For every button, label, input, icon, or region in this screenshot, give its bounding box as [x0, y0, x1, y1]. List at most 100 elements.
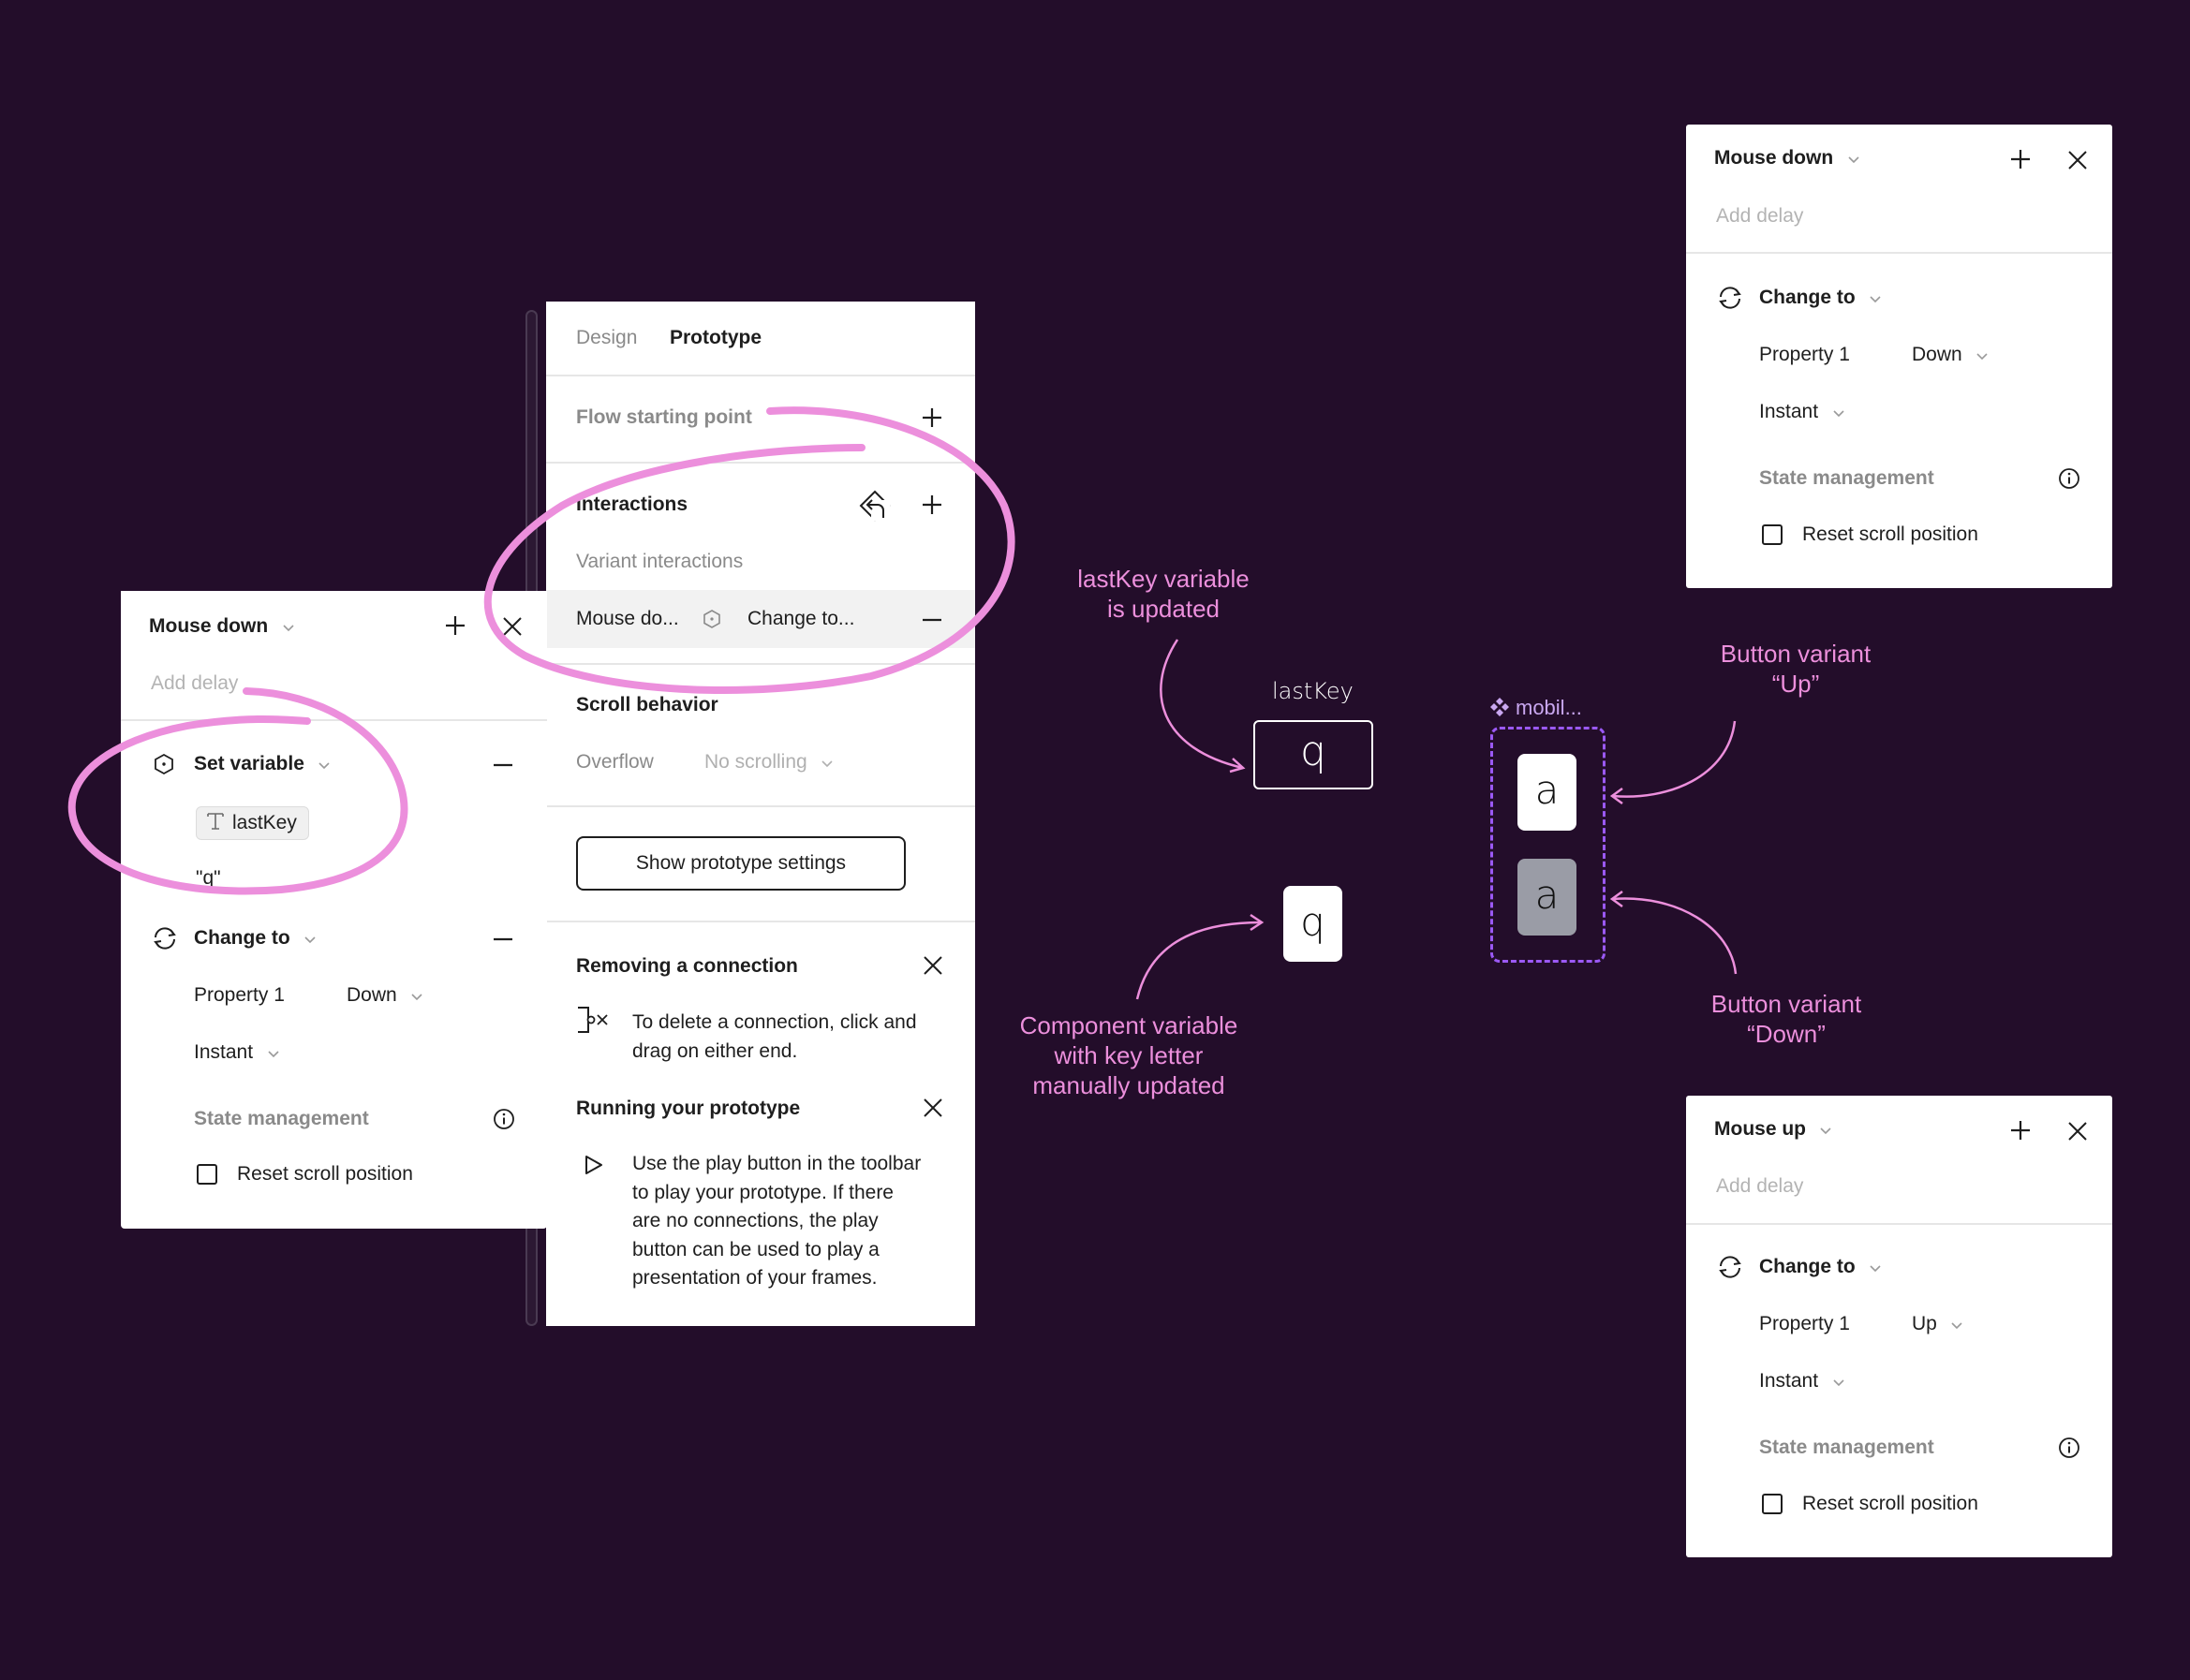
interaction-details-panel-mouse-down: Mouse down Add delay Change to Property …: [1686, 125, 2112, 588]
animation-value: Instant: [194, 1041, 254, 1063]
add-delay-field[interactable]: Add delay: [151, 671, 238, 696]
info-icon[interactable]: [493, 1108, 515, 1130]
reset-scroll-checkbox[interactable]: [1762, 1494, 1783, 1514]
chevron-down-icon: [1976, 353, 1988, 361]
close-icon[interactable]: [923, 955, 943, 976]
variant-up-key[interactable]: a: [1517, 754, 1576, 831]
set-variable-dropdown[interactable]: Set variable: [194, 752, 331, 776]
close-icon[interactable]: [2067, 150, 2088, 170]
reset-scroll-checkbox[interactable]: [1762, 524, 1783, 545]
trigger-label: Mouse down: [149, 615, 269, 637]
change-to-dropdown[interactable]: Change to: [1759, 286, 1882, 310]
animation-value: Instant: [1759, 401, 1819, 422]
arrow-head: [1229, 758, 1246, 774]
divider: [121, 719, 547, 721]
set-variable-label: Set variable: [194, 753, 304, 774]
chevron-down-icon: [1951, 1322, 1962, 1330]
change-to-icon: [1719, 287, 1741, 309]
component-name: mobil...: [1516, 696, 1582, 719]
variant-down-key[interactable]: a: [1517, 859, 1576, 936]
overflow-dropdown[interactable]: No scrolling: [704, 750, 834, 774]
arrow-head: [1250, 913, 1265, 932]
variant-interactions-label: Variant interactions: [576, 551, 744, 572]
arrow-head: [1609, 890, 1623, 908]
arrow-variant-up: [1612, 720, 1737, 798]
add-delay-field[interactable]: Add delay: [1716, 1174, 1803, 1199]
chevron-down-icon: [1832, 1379, 1844, 1387]
property-value-dropdown[interactable]: Down: [347, 983, 423, 1008]
info-icon[interactable]: [2058, 467, 2080, 490]
reset-scroll-label: Reset scroll position: [1802, 1493, 1978, 1514]
interaction-row[interactable]: Mouse do... Change to...: [546, 590, 975, 648]
plus-icon[interactable]: [2009, 148, 2032, 170]
tab-design[interactable]: Design: [576, 326, 637, 350]
tip-title-removing-connection: Removing a connection: [576, 955, 798, 977]
animation-dropdown[interactable]: Instant: [194, 1040, 280, 1065]
text-type-icon: [207, 813, 224, 830]
divider: [546, 663, 975, 665]
minus-icon[interactable]: [492, 763, 514, 767]
arrow-variable-updated: [1160, 639, 1244, 770]
variable-value-text: q: [1300, 728, 1326, 775]
minus-icon[interactable]: [921, 618, 943, 622]
chevron-down-icon: [1832, 410, 1844, 418]
component-set-label[interactable]: mobil...: [1489, 695, 1582, 721]
chevron-down-icon: [411, 994, 422, 1001]
overflow-label: Overflow: [576, 751, 654, 773]
plus-icon[interactable]: [921, 406, 943, 429]
variable-label: lastKey: [1272, 678, 1354, 704]
animation-dropdown[interactable]: Instant: [1759, 400, 1845, 424]
trigger-dropdown[interactable]: Mouse down: [1714, 146, 1860, 170]
animation-dropdown[interactable]: Instant: [1759, 1369, 1845, 1393]
property-label: Property 1: [194, 984, 285, 1006]
chevron-down-icon: [267, 1051, 279, 1058]
property-label: Property 1: [1759, 1313, 1850, 1334]
close-icon[interactable]: [502, 616, 523, 637]
reset-scroll-checkbox[interactable]: [197, 1164, 217, 1185]
property-value-dropdown[interactable]: Down: [1912, 343, 1989, 367]
trigger-dropdown[interactable]: Mouse down: [149, 614, 295, 639]
close-icon[interactable]: [2067, 1121, 2088, 1142]
interaction-action: Change to...: [747, 608, 855, 629]
state-management-label: State management: [194, 1108, 369, 1129]
variable-hexagon-icon: [155, 753, 173, 775]
add-delay-field[interactable]: Add delay: [1716, 204, 1803, 228]
divider: [546, 462, 975, 464]
plus-icon[interactable]: [921, 494, 943, 516]
divider: [546, 805, 975, 807]
variant-up-letter: a: [1534, 767, 1560, 813]
annotation-variant-down: Button variant “Down”: [1710, 990, 1862, 1048]
chevron-down-icon: [318, 762, 330, 770]
variable-chip[interactable]: lastKey: [196, 806, 309, 840]
close-icon[interactable]: [923, 1098, 943, 1118]
property-value: Down: [347, 984, 397, 1006]
change-to-dropdown[interactable]: Change to: [194, 926, 317, 951]
change-to-dropdown[interactable]: Change to: [1759, 1255, 1882, 1279]
trigger-label: Mouse up: [1714, 1118, 1806, 1140]
property-value-dropdown[interactable]: Up: [1912, 1312, 1963, 1336]
change-to-icon: [154, 927, 176, 950]
arrow-component-variable: [1135, 921, 1262, 1000]
variable-value-box[interactable]: q: [1253, 720, 1373, 789]
chevron-down-icon: [821, 760, 833, 768]
tab-prototype[interactable]: Prototype: [670, 326, 762, 350]
chevron-down-icon: [1870, 296, 1881, 303]
variable-value[interactable]: "q": [196, 866, 221, 891]
overflow-value: No scrolling: [704, 751, 807, 773]
plus-icon[interactable]: [2009, 1119, 2032, 1142]
prototype-panel: Design Prototype Flow starting point Int…: [546, 302, 975, 1326]
info-icon[interactable]: [2058, 1437, 2080, 1459]
show-prototype-settings-button[interactable]: Show prototype settings: [576, 836, 906, 891]
minus-icon[interactable]: [492, 937, 514, 941]
divider: [546, 921, 975, 922]
trigger-dropdown[interactable]: Mouse up: [1714, 1117, 1832, 1142]
annotation-variable-updated: lastKey variable is updated: [1077, 565, 1250, 623]
chevron-down-icon: [304, 936, 316, 944]
annotation-component-variable: Component variable with key letter manua…: [1019, 1011, 1238, 1099]
tip-title-running-prototype: Running your prototype: [576, 1098, 801, 1119]
property-label: Property 1: [1759, 344, 1850, 365]
variant-interaction-icon[interactable]: [858, 489, 892, 523]
component-icon: [1490, 698, 1509, 716]
plus-icon[interactable]: [444, 614, 466, 637]
key-instance[interactable]: q: [1283, 886, 1342, 962]
